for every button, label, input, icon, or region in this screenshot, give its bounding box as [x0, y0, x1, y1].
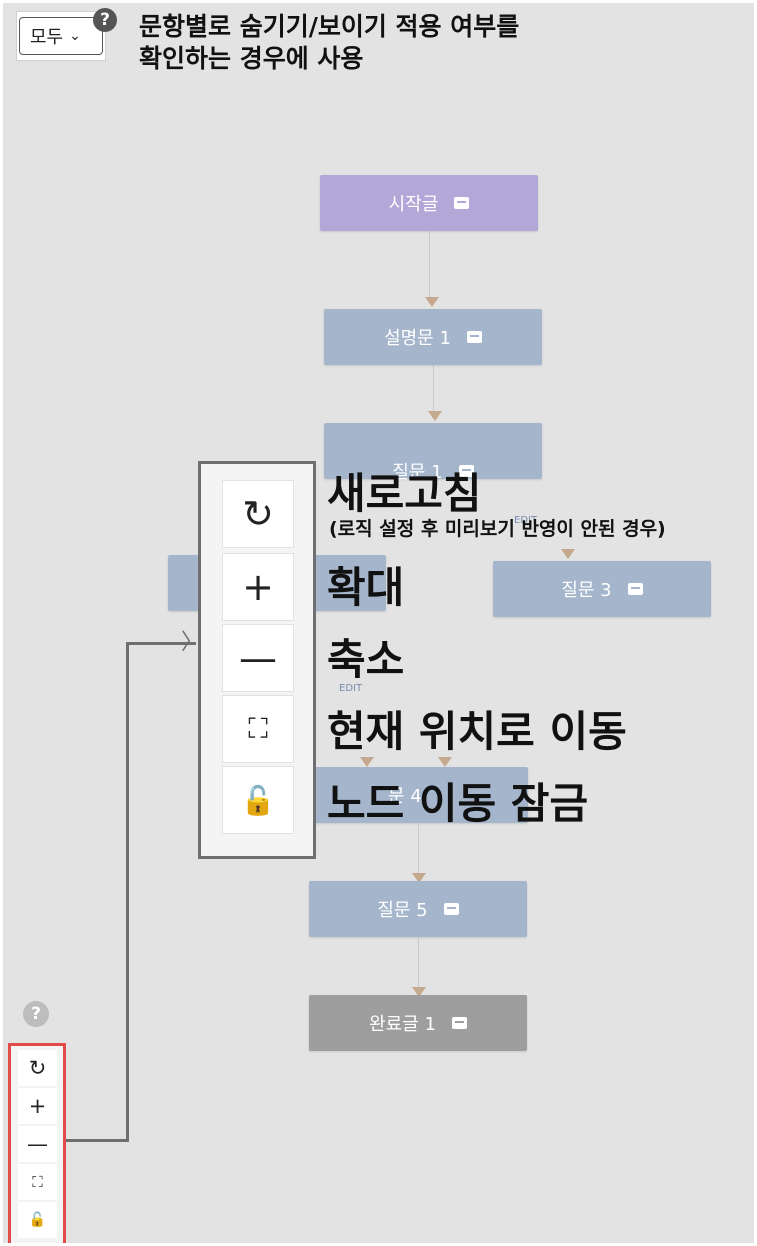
help-icon[interactable]: ? [23, 1001, 49, 1027]
connector-line [63, 1139, 129, 1142]
fit-view-icon[interactable]: ⛶ [222, 695, 294, 763]
node-label: 완료글 1 [369, 1014, 436, 1035]
node-label: 설명문 1 [384, 328, 451, 349]
edge-arrow [360, 757, 374, 767]
page-title: 문항별로 숨기기/보이기 적용 여부를 확인하는 경우에 사용 [139, 11, 519, 75]
comment-icon[interactable] [443, 903, 459, 915]
flow-canvas: 모두 ⌄ ? 문항별로 숨기기/보이기 적용 여부를 확인하는 경우에 사용 시… [3, 3, 754, 1243]
toolbar-panel: ↻ + — ⛶ 🔓 [8, 1043, 66, 1243]
node-label: 질문 3 [561, 580, 612, 601]
refresh-label: 새로고침 [327, 469, 482, 518]
comment-icon[interactable] [451, 1017, 467, 1029]
lock-icon[interactable]: 🔓 [18, 1202, 57, 1238]
chevron-down-icon: ⌄ [69, 28, 81, 44]
minus-icon[interactable]: — [18, 1126, 57, 1162]
lock-icon[interactable]: 🔓 [222, 766, 294, 834]
edge-arrow [425, 297, 439, 307]
fit-view-icon[interactable]: ⛶ [18, 1164, 57, 1200]
connector-line [126, 642, 129, 1142]
refresh-icon[interactable]: ↻ [18, 1050, 57, 1086]
connector-arrowhead: 〉 [181, 630, 204, 655]
plus-icon[interactable]: + [18, 1088, 57, 1124]
refresh-icon[interactable]: ↻ [222, 480, 294, 548]
edge-arrow [428, 411, 442, 421]
fit-label: 현재 위치로 이동 [327, 707, 627, 756]
flow-node-end[interactable]: 완료글 1 [309, 995, 527, 1051]
flow-node-q3[interactable]: 질문 3 [493, 561, 711, 617]
flow-node-start[interactable]: 시작글 [320, 175, 538, 231]
edge [433, 365, 434, 417]
edge [418, 938, 419, 994]
help-icon[interactable]: ? [93, 8, 117, 32]
comment-icon[interactable] [466, 331, 482, 343]
edge-arrow [561, 549, 575, 559]
edge-arrow [438, 757, 452, 767]
refresh-note: (로직 설정 후 미리보기 반영이 안된 경우) [329, 518, 666, 540]
zoom-out-label: 축소 [327, 635, 405, 684]
flow-node-q5[interactable]: 질문 5 [309, 881, 527, 937]
filter-value: 모두 [30, 27, 64, 48]
title-line-2: 확인하는 경우에 사용 [139, 44, 364, 73]
lock-label: 노드 이동 잠금 [327, 779, 589, 828]
flow-node-desc1[interactable]: 설명문 1 [324, 309, 542, 365]
node-label: 시작글 [388, 194, 439, 215]
node-label: 질문 5 [377, 900, 428, 921]
comment-icon[interactable] [454, 197, 470, 209]
filter-select[interactable]: 모두 ⌄ [19, 17, 103, 55]
comment-icon[interactable] [627, 583, 643, 595]
zoom-in-label: 확대 [327, 563, 405, 612]
toolbar-callout-panel: ↻ + — ⛶ 🔓 [198, 461, 316, 859]
minus-icon[interactable]: — [222, 624, 294, 692]
edge [429, 231, 430, 303]
plus-icon[interactable]: + [222, 553, 294, 621]
title-line-1: 문항별로 숨기기/보이기 적용 여부를 [139, 12, 520, 41]
